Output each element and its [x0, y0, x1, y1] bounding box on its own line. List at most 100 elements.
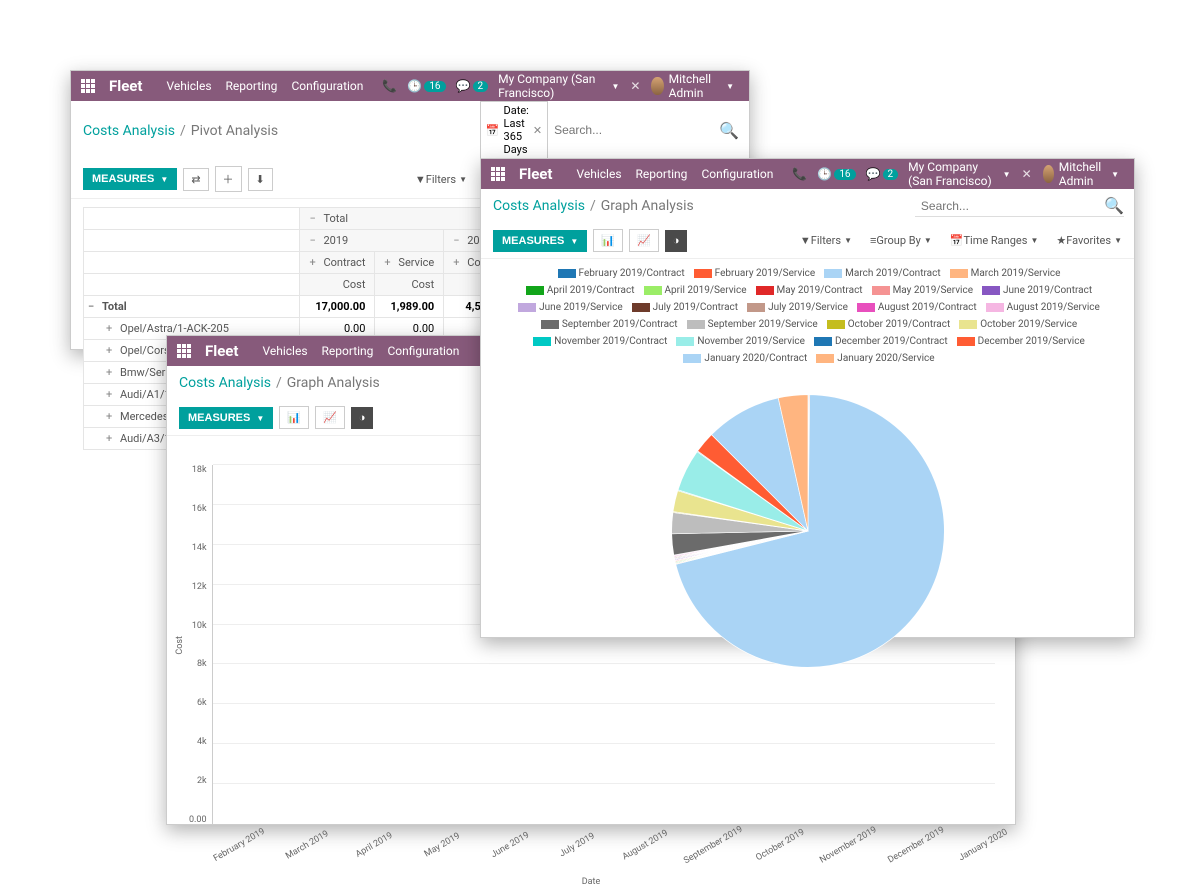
collapse-icon[interactable]: −	[309, 234, 319, 247]
breadcrumb-root[interactable]: Costs Analysis	[493, 198, 585, 214]
chat-icon[interactable]: 💬2	[866, 167, 899, 181]
expand-icon[interactable]: +	[384, 256, 394, 269]
nav-vehicles[interactable]: Vehicles	[576, 167, 621, 181]
legend-item[interactable]: April 2019/Contract	[523, 285, 635, 296]
legend-swatch	[857, 303, 875, 312]
expand-icon[interactable]: +	[106, 366, 116, 379]
expand-icon[interactable]: +	[106, 432, 116, 445]
legend-swatch	[756, 286, 774, 295]
nav-reporting[interactable]: Reporting	[226, 79, 278, 93]
collapse-icon[interactable]: −	[453, 234, 463, 247]
legend-item[interactable]: July 2019/Contract	[629, 302, 738, 313]
collapse-icon[interactable]: −	[88, 300, 98, 313]
legend-item[interactable]: July 2019/Service	[744, 302, 848, 313]
legend-item[interactable]: October 2019/Contract	[824, 319, 951, 330]
user-menu[interactable]: Mitchell Admin▼	[1043, 160, 1119, 188]
download-button[interactable]: ⬇	[248, 168, 273, 191]
pie-chart-button[interactable]: ◑	[665, 230, 688, 252]
pie-chart-button[interactable]: ◑	[351, 407, 374, 429]
timeranges-dropdown[interactable]: 📅 Time Ranges ▼	[950, 234, 1039, 247]
bar-chart-button[interactable]: 📊	[593, 229, 623, 252]
legend-item[interactable]: November 2019/Contract	[530, 336, 667, 347]
legend-item[interactable]: August 2019/Service	[983, 302, 1100, 313]
expand-icon[interactable]: +	[106, 410, 116, 423]
filters-dropdown[interactable]: ▼ Filters ▼	[415, 173, 467, 186]
legend-item[interactable]: February 2019/Contract	[555, 268, 685, 279]
legend-swatch	[814, 337, 832, 346]
legend-item[interactable]: October 2019/Service	[956, 319, 1077, 330]
legend-item[interactable]: May 2019/Contract	[753, 285, 863, 296]
legend-swatch	[526, 286, 544, 295]
search-icon[interactable]: 🔍	[1104, 196, 1124, 215]
activities-icon[interactable]: 🕒16	[407, 79, 445, 93]
search-tag[interactable]: 📅Date: Last 365 Days ✕	[480, 101, 548, 159]
breadcrumb-root[interactable]: Costs Analysis	[179, 375, 271, 391]
chat-icon[interactable]: 💬2	[456, 79, 489, 93]
apps-icon[interactable]	[491, 167, 505, 181]
legend-item[interactable]: April 2019/Service	[641, 285, 747, 296]
breadcrumb: Costs Analysis / Graph Analysis	[481, 189, 706, 223]
measures-button[interactable]: MEASURES ▼	[179, 407, 273, 429]
legend-swatch	[558, 269, 576, 278]
nav-config[interactable]: Configuration	[387, 344, 459, 358]
activities-icon[interactable]: 🕒16	[817, 167, 855, 181]
bar-xaxis: February 2019March 2019April 2019May 201…	[167, 835, 1015, 851]
legend-item[interactable]: December 2019/Service	[954, 336, 1085, 347]
expand-icon[interactable]: +	[106, 388, 116, 401]
nav-vehicles[interactable]: Vehicles	[262, 344, 307, 358]
flip-axis-button[interactable]: ⇄	[183, 168, 208, 191]
legend-item[interactable]: May 2019/Service	[869, 285, 973, 296]
legend-item[interactable]: January 2020/Contract	[680, 353, 807, 364]
filters-dropdown[interactable]: ▼ Filters ▼	[800, 234, 852, 247]
bar-chart-button[interactable]: 📊	[279, 406, 309, 429]
close-icon[interactable]: ✕	[1022, 167, 1032, 181]
phone-icon[interactable]: 📞	[792, 167, 807, 181]
search-icon[interactable]: 🔍	[719, 121, 739, 140]
close-icon[interactable]: ✕	[630, 79, 640, 93]
legend-swatch	[694, 269, 712, 278]
legend-item[interactable]: September 2019/Contract	[538, 319, 678, 330]
phone-icon[interactable]: 📞	[382, 79, 397, 93]
nav-config[interactable]: Configuration	[701, 167, 773, 181]
legend-swatch	[747, 303, 765, 312]
breadcrumb-root[interactable]: Costs Analysis	[83, 123, 175, 139]
legend-item[interactable]: September 2019/Service	[684, 319, 818, 330]
groupby-dropdown[interactable]: ≡ Group By ▼	[870, 234, 932, 247]
nav-config[interactable]: Configuration	[291, 79, 363, 93]
legend-item[interactable]: August 2019/Contract	[854, 302, 977, 313]
legend-swatch	[644, 286, 662, 295]
apps-icon[interactable]	[177, 344, 191, 358]
collapse-icon[interactable]: −	[309, 212, 319, 225]
legend-item[interactable]: January 2020/Service	[813, 353, 934, 364]
nav-reporting[interactable]: Reporting	[636, 167, 688, 181]
expand-icon[interactable]: +	[309, 256, 319, 269]
company-menu[interactable]: My Company (San Francisco)▼	[498, 72, 619, 100]
expand-icon[interactable]: +	[453, 256, 463, 269]
legend-item[interactable]: March 2019/Contract	[821, 268, 940, 279]
line-chart-button[interactable]: 📈	[629, 229, 659, 252]
expand-icon[interactable]: +	[106, 322, 116, 335]
legend-item[interactable]: March 2019/Service	[947, 268, 1061, 279]
bar-ylabel: Cost	[175, 636, 185, 655]
search-input[interactable]	[548, 120, 715, 140]
expand-icon[interactable]: +	[106, 344, 116, 357]
legend-swatch	[687, 320, 705, 329]
tag-remove-icon[interactable]: ✕	[533, 124, 542, 137]
user-menu[interactable]: Mitchell Admin▼	[651, 72, 734, 100]
legend-item[interactable]: June 2019/Service	[515, 302, 622, 313]
legend-item[interactable]: June 2019/Contract	[979, 285, 1092, 296]
nav-vehicles[interactable]: Vehicles	[166, 79, 211, 93]
search-input[interactable]	[915, 196, 1100, 216]
company-menu[interactable]: My Company (San Francisco)▼	[908, 160, 1010, 188]
legend-item[interactable]: November 2019/Service	[673, 336, 805, 347]
measures-button[interactable]: MEASURES ▼	[83, 168, 177, 190]
legend-item[interactable]: December 2019/Contract	[811, 336, 948, 347]
apps-icon[interactable]	[81, 79, 95, 93]
legend-item[interactable]: February 2019/Service	[691, 268, 816, 279]
expand-button[interactable]: ＋	[215, 166, 242, 192]
line-chart-button[interactable]: 📈	[315, 406, 345, 429]
favorites-dropdown[interactable]: ★ Favorites ▼	[1056, 234, 1122, 247]
nav-reporting[interactable]: Reporting	[322, 344, 374, 358]
measures-button[interactable]: MEASURES ▼	[493, 230, 587, 252]
legend-swatch	[676, 337, 694, 346]
